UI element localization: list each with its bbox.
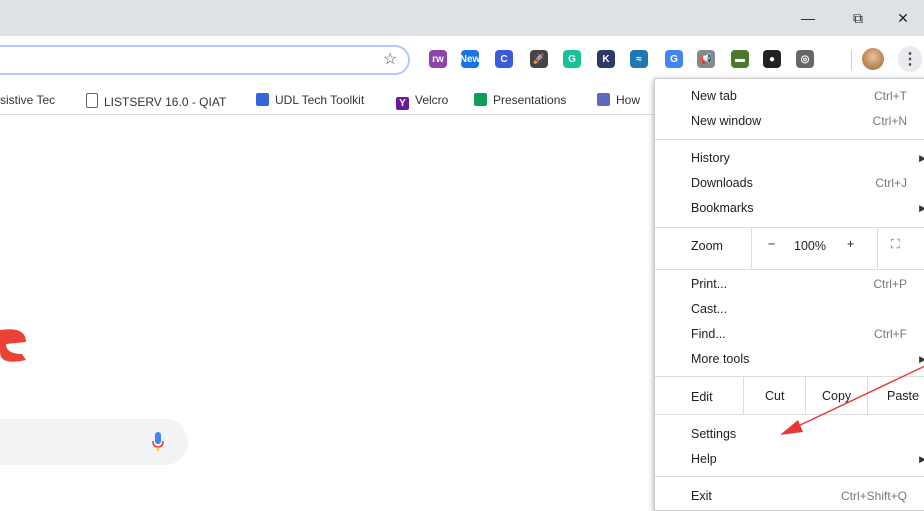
- vr-icon: [597, 93, 610, 106]
- restore-button[interactable]: ⧉: [835, 0, 881, 36]
- extension-monitor-icon[interactable]: ▬: [731, 50, 749, 68]
- shortcut-print: Ctrl+P: [873, 277, 907, 291]
- yahoo-icon: Y: [396, 97, 409, 110]
- bookmark-listserv[interactable]: LISTSERV 16.0 - QIAT: [86, 93, 226, 109]
- bookmark-presentations[interactable]: Presentations: [474, 93, 566, 107]
- menu-separator: [655, 476, 924, 477]
- bookmark-star-icon[interactable]: ☆: [383, 49, 397, 69]
- menu-more-tools[interactable]: More tools: [691, 352, 749, 366]
- extension-c-ext-icon[interactable]: C: [495, 50, 513, 68]
- bookmark-assistive-tech[interactable]: sistive Tec: [0, 93, 55, 107]
- profile-avatar[interactable]: [862, 48, 884, 70]
- shortcut-find: Ctrl+F: [874, 327, 907, 341]
- extension-grammarly-icon[interactable]: G: [563, 50, 581, 68]
- menu-find[interactable]: Find...: [691, 327, 726, 341]
- extension-new-badge-icon[interactable]: New: [460, 50, 480, 68]
- menu-edit-label: Edit: [691, 390, 713, 404]
- microphone-icon[interactable]: [152, 432, 164, 452]
- extension-rocket-icon[interactable]: 🚀: [530, 50, 548, 68]
- submenu-arrow-icon: ▶: [919, 153, 924, 163]
- minimize-button[interactable]: —: [785, 0, 831, 36]
- google-logo-fragment-icon: [0, 329, 26, 362]
- shortcut-downloads: Ctrl+J: [875, 176, 907, 190]
- menu-zoom-label: Zoom: [691, 239, 723, 253]
- menu-history[interactable]: History: [691, 151, 730, 165]
- shortcut-new-window: Ctrl+N: [872, 114, 907, 128]
- shortcut-exit: Ctrl+Shift+Q: [840, 489, 907, 503]
- title-bar: — ⧉ ✕: [0, 0, 924, 36]
- extension-spiral-icon[interactable]: ◎: [796, 50, 814, 68]
- shortcut-new-tab: Ctrl+T: [874, 89, 907, 103]
- menu-print[interactable]: Print...: [691, 277, 727, 291]
- menu-bookmarks[interactable]: Bookmarks: [691, 201, 754, 215]
- submenu-arrow-icon: ▶: [919, 203, 924, 213]
- extension-wave-icon[interactable]: ≈: [630, 50, 648, 68]
- address-bar[interactable]: [0, 45, 410, 75]
- menu-separator: [655, 227, 924, 228]
- submenu-arrow-icon: ▶: [919, 454, 924, 464]
- page-icon: [86, 93, 98, 108]
- zoom-out-button[interactable]: −: [768, 237, 775, 251]
- bookmark-velcro[interactable]: Y Velcro: [396, 93, 448, 110]
- extension-translate-icon[interactable]: G: [665, 50, 683, 68]
- menu-downloads[interactable]: Downloads: [691, 176, 753, 190]
- sheets-icon: [474, 93, 487, 106]
- zoom-level: 100%: [794, 239, 826, 253]
- edit-divider: [743, 376, 744, 414]
- zoom-in-button[interactable]: +: [847, 237, 854, 251]
- menu-help[interactable]: Help: [691, 452, 717, 466]
- menu-exit[interactable]: Exit: [691, 489, 712, 503]
- toolbar-divider: [851, 50, 852, 70]
- extension-puzzle-icon[interactable]: rw: [429, 50, 447, 68]
- zoom-divider: [751, 227, 752, 269]
- menu-separator: [655, 139, 924, 140]
- bookmark-udl-tech-toolkit[interactable]: UDL Tech Toolkit: [256, 93, 364, 107]
- menu-cast[interactable]: Cast...: [691, 302, 727, 316]
- close-button[interactable]: ✕: [880, 0, 924, 36]
- zoom-divider: [877, 227, 878, 269]
- menu-separator: [655, 269, 924, 270]
- menu-kebab-icon[interactable]: ⋮: [898, 46, 922, 72]
- menu-settings[interactable]: Settings: [691, 427, 736, 441]
- udl-icon: [256, 93, 269, 106]
- menu-new-tab[interactable]: New tab: [691, 89, 737, 103]
- extension-color-circle-icon[interactable]: ●: [763, 50, 781, 68]
- menu-new-window[interactable]: New window: [691, 114, 761, 128]
- search-box[interactable]: [0, 419, 188, 465]
- annotation-arrow-icon: [780, 365, 924, 435]
- bookmark-how[interactable]: How: [597, 93, 640, 107]
- chrome-menu: New tab Ctrl+T New window Ctrl+N History…: [654, 78, 924, 511]
- extension-megaphone-icon[interactable]: 📢: [697, 50, 715, 68]
- fullscreen-icon[interactable]: ⛶: [891, 237, 900, 252]
- extension-k-ext-icon[interactable]: K: [597, 50, 615, 68]
